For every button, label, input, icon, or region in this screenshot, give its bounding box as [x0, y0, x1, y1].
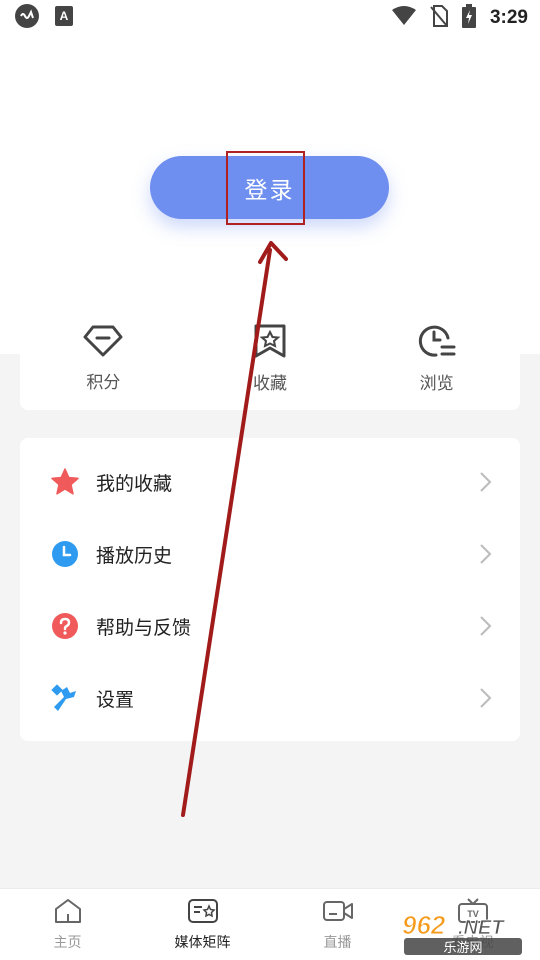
wrench-icon: [50, 683, 80, 713]
stat-history-label: 浏览: [419, 373, 454, 394]
svg-text:962: 962: [402, 910, 446, 940]
battery-charging-icon: [461, 4, 476, 32]
nav-home-label: 主页: [53, 934, 82, 951]
stat-favorites-label: 收藏: [252, 373, 287, 394]
watermark-logo: 962 .NET 乐游网: [400, 908, 535, 956]
menu-item-play-history[interactable]: 播放历史: [20, 518, 520, 590]
stats-card: 积分 收藏 浏览: [20, 300, 520, 410]
stat-points[interactable]: 积分: [33, 324, 173, 393]
no-sim-icon: [430, 5, 448, 31]
star-icon: [50, 467, 80, 497]
bookmark-star-icon: [252, 323, 288, 363]
nav-media-matrix[interactable]: 媒体矩阵: [153, 898, 253, 952]
svg-text:.NET: .NET: [458, 917, 505, 939]
menu-label-play-history: 播放历史: [96, 544, 173, 567]
svg-text:A: A: [60, 9, 69, 23]
status-time: 3:29: [489, 7, 528, 28]
nav-home[interactable]: 主页: [18, 898, 118, 952]
diamond-icon: [83, 324, 123, 362]
home-icon: [53, 898, 83, 928]
font-icon: A: [54, 5, 74, 31]
menu-item-help-feedback[interactable]: 帮助与反馈: [20, 590, 520, 662]
menu-item-settings[interactable]: 设置: [20, 662, 520, 734]
stat-points-label: 积分: [86, 372, 121, 393]
chevron-right-icon: [478, 615, 492, 637]
menu-label-favorites: 我的收藏: [96, 472, 173, 495]
app-icon: [14, 3, 40, 33]
chevron-right-icon: [478, 471, 492, 493]
menu-card: 我的收藏 播放历史 帮助与反馈 设置: [20, 438, 520, 741]
menu-label-settings: 设置: [96, 688, 135, 711]
menu-label-help-feedback: 帮助与反馈: [96, 616, 192, 639]
menu-item-favorites[interactable]: 我的收藏: [20, 446, 520, 518]
video-camera-icon: [322, 898, 354, 928]
svg-text:乐游网: 乐游网: [443, 941, 482, 956]
screen: A 3:29 登录 积分 收藏 浏览 我的收藏 播放历史 帮助与反馈 设置 主页…: [0, 0, 540, 960]
status-left: A: [14, 3, 74, 33]
nav-media-matrix-label: 媒体矩阵: [174, 934, 231, 951]
clock-list-icon: [418, 323, 456, 363]
chevron-right-icon: [478, 687, 492, 709]
status-bar: A 3:29: [0, 0, 540, 36]
stat-history[interactable]: 浏览: [367, 323, 507, 394]
status-right: 3:29: [391, 4, 528, 32]
annotation-highlight-box: [226, 151, 305, 225]
question-icon: [50, 611, 80, 641]
stat-favorites[interactable]: 收藏: [200, 323, 340, 394]
nav-live[interactable]: 直播: [288, 898, 388, 952]
nav-live-label: 直播: [323, 934, 352, 951]
clock-icon: [50, 539, 80, 569]
media-matrix-icon: [187, 898, 219, 928]
chevron-right-icon: [478, 543, 492, 565]
wifi-icon: [391, 6, 416, 30]
